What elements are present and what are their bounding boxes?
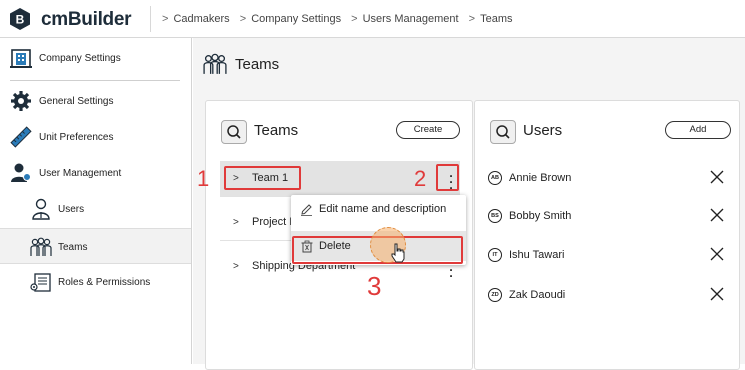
- user-row: AB Annie Brown: [475, 160, 739, 198]
- sidebar-header-label: Company Settings: [39, 53, 121, 64]
- sidebar-item-label: Teams: [58, 242, 88, 253]
- search-icon: [496, 125, 510, 139]
- breadcrumb-teams: Teams: [480, 13, 513, 25]
- sidebar-item-general-settings[interactable]: General Settings: [0, 83, 191, 119]
- users-panel-title: Users: [523, 122, 563, 139]
- breadcrumb-separator: >: [162, 13, 169, 25]
- sidebar-header-company-settings[interactable]: Company Settings: [0, 40, 191, 76]
- teams-search-button[interactable]: [221, 120, 247, 144]
- brand-name: cmBuilder: [41, 9, 132, 30]
- avatar: IT: [488, 248, 502, 262]
- sidebar-item-label: Users: [58, 204, 85, 215]
- topbar-divider: [150, 6, 151, 32]
- close-icon[interactable]: [709, 286, 725, 302]
- breadcrumb: > Cadmakers > Company Settings > Users Mana…: [162, 13, 519, 25]
- users-panel: Users Add AB Annie Brown BS Bobby Smith …: [474, 100, 740, 370]
- menu-item-label: Delete: [319, 240, 351, 252]
- user-row: IT Ishu Tawari: [475, 237, 739, 275]
- chevron-right-icon[interactable]: >: [233, 173, 239, 184]
- sidebar-item-label: User Management: [39, 168, 122, 179]
- add-user-button[interactable]: Add: [665, 121, 731, 139]
- menu-item-edit[interactable]: Edit name and description: [291, 195, 466, 225]
- cmbuilder-logo[interactable]: B: [8, 7, 32, 31]
- sidebar-item-unit-preferences[interactable]: Unit Preferences: [0, 119, 191, 155]
- team-icon: [30, 237, 52, 256]
- gear-icon: [11, 91, 31, 111]
- close-icon[interactable]: [709, 246, 725, 262]
- user-row: BS Bobby Smith: [475, 198, 739, 236]
- users-search-button[interactable]: [490, 120, 516, 144]
- sidebar-item-user-management[interactable]: User Management: [0, 155, 191, 191]
- avatar: AB: [488, 171, 502, 185]
- sidebar: Company Settings General Settings Unit P…: [0, 38, 192, 364]
- user-gear-icon: [11, 163, 31, 182]
- step-number-1: 1: [197, 166, 210, 191]
- step-number-3: 3: [367, 271, 382, 301]
- breadcrumb-users-management[interactable]: Users Management: [363, 13, 459, 25]
- team-name: Project I: [252, 216, 293, 228]
- pencil-icon: [301, 204, 312, 216]
- user-icon: [32, 198, 50, 220]
- avatar: BS: [488, 209, 502, 223]
- trash-icon: [301, 240, 313, 253]
- create-team-button[interactable]: Create: [396, 121, 460, 139]
- building-icon: [10, 49, 32, 68]
- user-name: Bobby Smith: [509, 210, 572, 222]
- roles-icon: [30, 273, 51, 292]
- user-name: Annie Brown: [509, 172, 572, 184]
- close-icon[interactable]: [709, 207, 725, 223]
- menu-item-label: Edit name and description: [319, 203, 447, 215]
- sidebar-item-label: General Settings: [39, 96, 114, 107]
- main-content: Teams Teams Create > Team 1 ... > Projec…: [193, 38, 745, 370]
- sidebar-item-teams[interactable]: Teams: [0, 228, 191, 264]
- breadcrumb-cadmakers[interactable]: Cadmakers: [173, 13, 229, 25]
- user-name: Zak Daoudi: [509, 289, 566, 301]
- avatar: ZD: [488, 288, 502, 302]
- svg-text:B: B: [16, 13, 25, 27]
- breadcrumb-separator: >: [239, 13, 247, 25]
- kebab-menu-icon[interactable]: ...: [444, 167, 458, 191]
- chevron-right-icon[interactable]: >: [233, 261, 239, 272]
- ruler-icon: [10, 126, 32, 148]
- sidebar-item-users[interactable]: Users: [0, 191, 191, 227]
- user-row: ZD Zak Daoudi: [475, 277, 739, 315]
- page-title: Teams: [235, 56, 280, 73]
- sidebar-divider: [10, 80, 180, 81]
- hand-cursor-icon: [391, 243, 405, 263]
- chevron-right-icon[interactable]: >: [233, 217, 239, 228]
- breadcrumb-separator: >: [468, 13, 476, 25]
- close-icon[interactable]: [709, 169, 725, 185]
- team-name: Team 1: [252, 172, 289, 184]
- teams-panel-title: Teams: [254, 122, 299, 139]
- top-bar: B cmBuilder > Cadmakers > Company Settings…: [0, 0, 745, 38]
- breadcrumb-company-settings[interactable]: Company Settings: [251, 13, 341, 25]
- breadcrumb-separator: >: [351, 13, 358, 25]
- sidebar-item-roles-permissions[interactable]: Roles & Permissions: [0, 264, 191, 300]
- team-icon: [203, 53, 227, 74]
- sidebar-item-label: Roles & Permissions: [58, 277, 151, 288]
- sidebar-item-label: Unit Preferences: [39, 132, 114, 143]
- step-number-2: 2: [414, 166, 427, 191]
- search-icon: [227, 125, 241, 139]
- user-name: Ishu Tawari: [509, 249, 565, 261]
